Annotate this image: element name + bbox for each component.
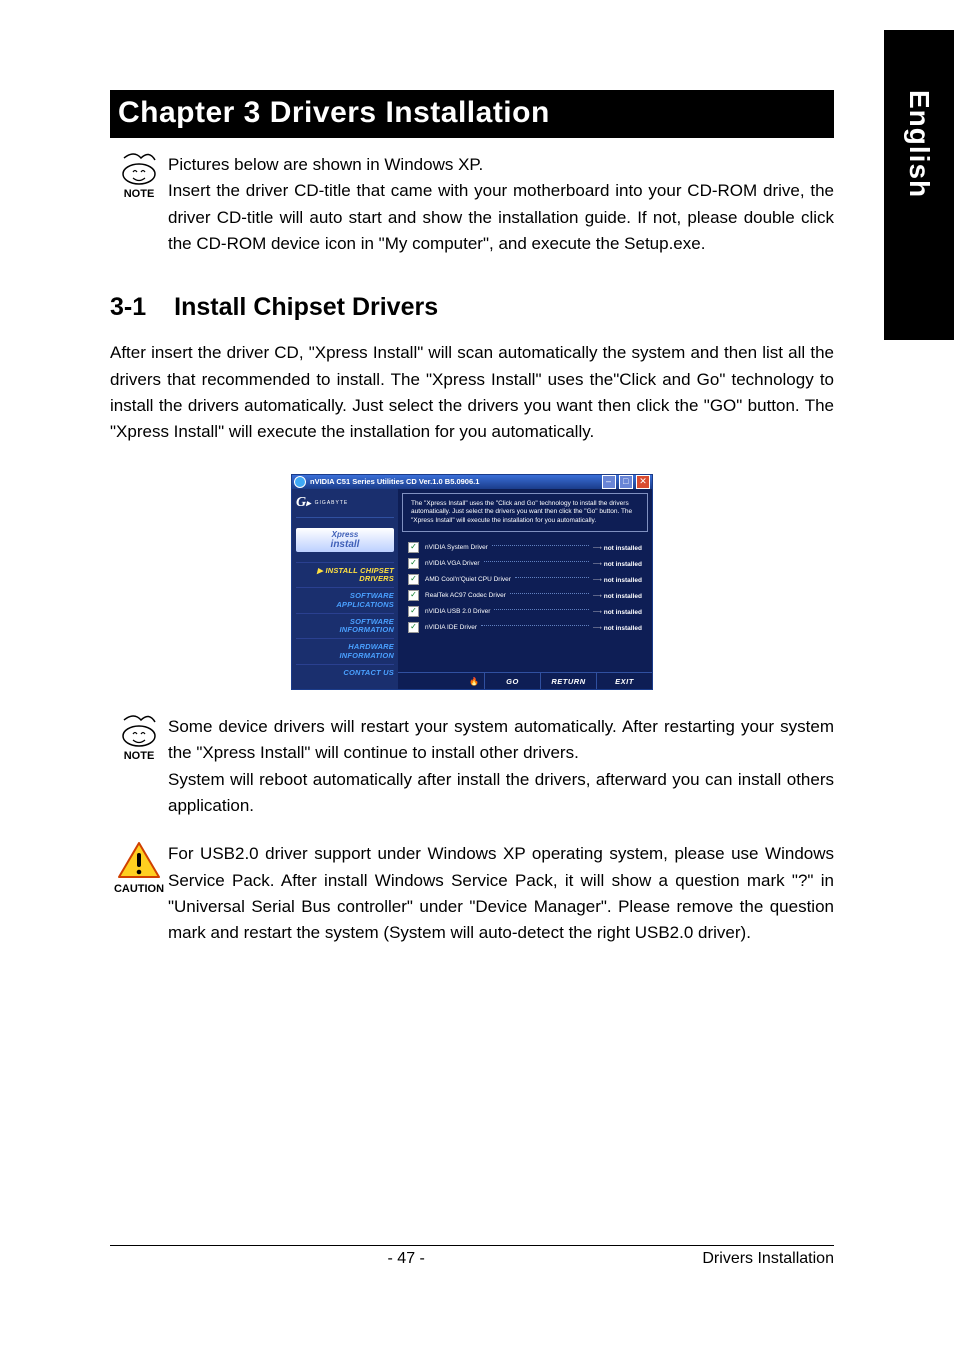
driver-list: ✓nVIDIA System Drivernot installed ✓nVID… bbox=[398, 536, 652, 672]
window-titlebar: nVIDIA C51 Series Utilities CD Ver.1.0 B… bbox=[292, 475, 652, 489]
menu-install-chipset[interactable]: INSTALL CHIPSET DRIVERS bbox=[296, 562, 394, 588]
menu-software-info[interactable]: SOFTWARE INFORMATION bbox=[296, 613, 394, 639]
checkbox[interactable]: ✓ bbox=[408, 590, 419, 601]
note-label: NOTE bbox=[110, 188, 168, 200]
checkbox[interactable]: ✓ bbox=[408, 574, 419, 585]
language-label: English bbox=[903, 90, 935, 198]
checkbox[interactable]: ✓ bbox=[408, 558, 419, 569]
intro-note-text: Pictures below are shown in Windows XP. … bbox=[168, 152, 834, 257]
note-label: NOTE bbox=[110, 750, 168, 762]
page-footer: - 47 - Drivers Installation bbox=[110, 1245, 834, 1268]
menu-contact-us[interactable]: CONTACT US bbox=[296, 664, 394, 681]
minimize-button[interactable]: ‒ bbox=[602, 475, 616, 489]
caution-icon: CAUTION bbox=[110, 841, 168, 895]
page-number: - 47 - bbox=[388, 1250, 425, 1268]
footer-section: Drivers Installation bbox=[702, 1250, 834, 1268]
driver-row: ✓RealTek AC97 Codec Drivernot installed bbox=[408, 590, 642, 601]
caution-text: For USB2.0 driver support under Windows … bbox=[168, 841, 834, 946]
section-heading: 3-1 Install Chipset Drivers bbox=[110, 293, 834, 322]
app-icon bbox=[294, 476, 306, 488]
driver-row: ✓nVIDIA IDE Drivernot installed bbox=[408, 622, 642, 633]
driver-row: ✓nVIDIA System Drivernot installed bbox=[408, 542, 642, 553]
driver-row: ✓nVIDIA VGA Drivernot installed bbox=[408, 558, 642, 569]
note-icon: NOTE bbox=[110, 152, 168, 200]
driver-row: ✓nVIDIA USB 2.0 Drivernot installed bbox=[408, 606, 642, 617]
go-button[interactable]: GO bbox=[484, 673, 540, 689]
xpress-install-badge: Xpress install bbox=[296, 528, 394, 552]
checkbox[interactable]: ✓ bbox=[408, 542, 419, 553]
description-box: The "Xpress Install" uses the "Click and… bbox=[402, 493, 648, 532]
caution-label: CAUTION bbox=[110, 883, 168, 895]
window-title: nVIDIA C51 Series Utilities CD Ver.1.0 B… bbox=[310, 477, 479, 486]
language-side-tab: English bbox=[884, 30, 954, 340]
chapter-heading: Chapter 3 Drivers Installation bbox=[110, 90, 834, 138]
maximize-button[interactable]: □ bbox=[619, 475, 633, 489]
checkbox[interactable]: ✓ bbox=[408, 622, 419, 633]
note-icon: NOTE bbox=[110, 714, 168, 762]
driver-row: ✓AMD Cool'n'Quiet CPU Drivernot installe… bbox=[408, 574, 642, 585]
section-number: 3-1 bbox=[110, 293, 146, 322]
section-title-text: Install Chipset Drivers bbox=[174, 293, 438, 322]
xpress-install-window: nVIDIA C51 Series Utilities CD Ver.1.0 B… bbox=[291, 474, 653, 690]
exit-button[interactable]: EXIT bbox=[596, 673, 652, 689]
restart-note-text: Some device drivers will restart your sy… bbox=[168, 714, 834, 819]
checkbox[interactable]: ✓ bbox=[408, 606, 419, 617]
return-button[interactable]: RETURN bbox=[540, 673, 596, 689]
brand-logo: G▸ GIGABYTE bbox=[296, 489, 394, 518]
fire-icon: 🔥 bbox=[464, 673, 484, 689]
menu-software-apps[interactable]: SOFTWARE APPLICATIONS bbox=[296, 587, 394, 613]
menu-hardware-info[interactable]: HARDWARE INFORMATION bbox=[296, 638, 394, 664]
close-button[interactable]: ✕ bbox=[636, 475, 650, 489]
section-body-text: After insert the driver CD, "Xpress Inst… bbox=[110, 340, 834, 445]
